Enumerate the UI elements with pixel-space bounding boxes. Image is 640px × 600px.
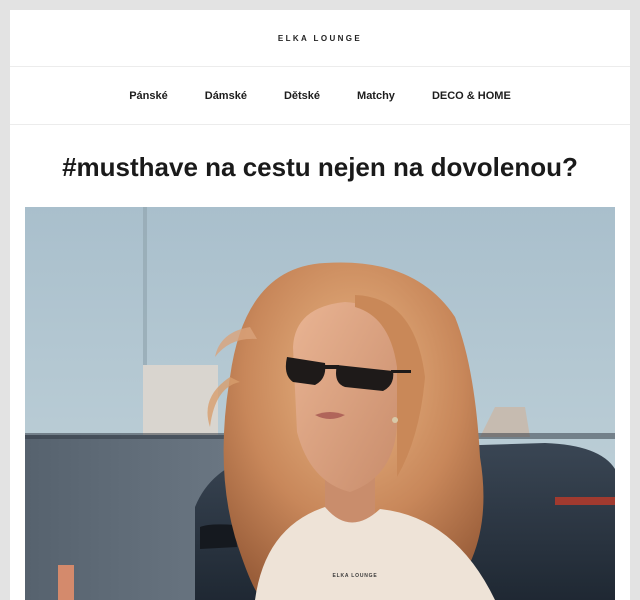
nav-item-deco-home[interactable]: DECO & HOME bbox=[432, 90, 511, 102]
nav-item-detske[interactable]: Dětské bbox=[284, 90, 320, 102]
building bbox=[143, 365, 218, 440]
orange-post bbox=[58, 565, 74, 600]
tshirt-print: ELKA LOUNGE bbox=[332, 573, 377, 579]
nav-item-matchy[interactable]: Matchy bbox=[357, 90, 395, 102]
email-card: ELKA LOUNGE Pánské Dámské Dětské Matchy … bbox=[10, 10, 630, 600]
article-title: #musthave na cestu nejen na dovolenou? bbox=[62, 152, 578, 182]
car-taillight bbox=[555, 497, 615, 505]
pole bbox=[143, 207, 147, 387]
nav-item-damske[interactable]: Dámské bbox=[205, 90, 247, 102]
category-nav: Pánské Dámské Dětské Matchy DECO & HOME bbox=[10, 67, 630, 125]
earring bbox=[392, 417, 398, 423]
brand-header: ELKA LOUNGE bbox=[10, 10, 630, 67]
nav-item-panske[interactable]: Pánské bbox=[129, 90, 168, 102]
hero-photo: ELKA LOUNGE bbox=[25, 207, 615, 600]
car-mirror bbox=[200, 524, 237, 549]
brand-logo[interactable]: ELKA LOUNGE bbox=[278, 34, 362, 43]
hero-image-link[interactable]: ELKA LOUNGE bbox=[25, 207, 615, 600]
